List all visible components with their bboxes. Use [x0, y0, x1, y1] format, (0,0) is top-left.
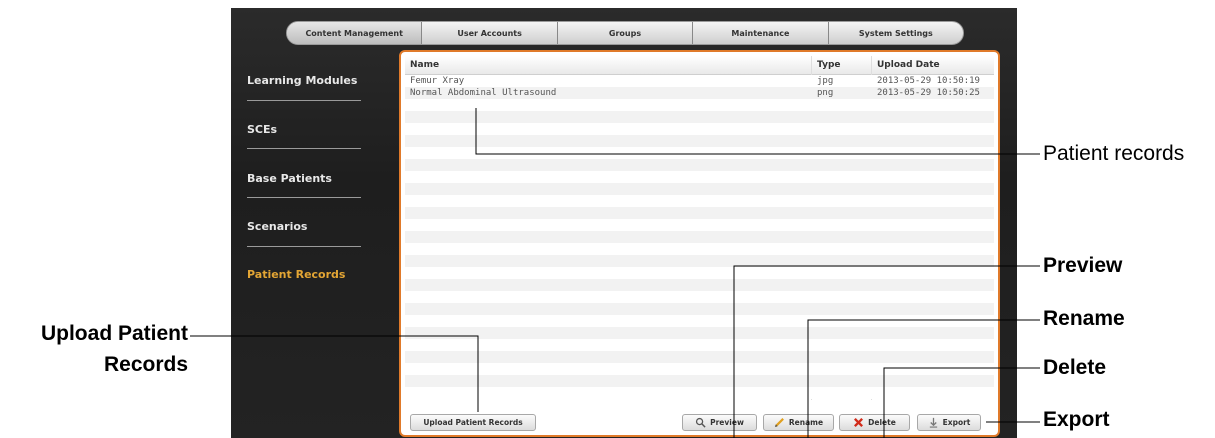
table-row[interactable]: Normal Abdominal Ultrasound png 2013-05-… — [405, 87, 994, 99]
table-row-stripe — [405, 303, 994, 315]
table-row[interactable]: Femur Xray jpg 2013-05-29 10:50:19 — [405, 75, 994, 87]
export-button-label: Export — [942, 418, 971, 427]
upload-button-label: Upload Patient Records — [423, 418, 523, 427]
download-arrow-icon — [929, 417, 937, 428]
record-type: jpg — [817, 76, 834, 86]
callout-rename: Rename — [1043, 307, 1125, 330]
sidebar-item-learning-modules[interactable]: Learning Modules — [247, 66, 367, 94]
table-row-stripe — [405, 339, 994, 351]
sidebar-item-base-patients[interactable]: Base Patients — [247, 164, 367, 192]
tab-maintenance[interactable]: Maintenance — [693, 22, 829, 44]
upload-patient-records-button[interactable]: Upload Patient Records — [410, 414, 536, 431]
table-row-stripe — [405, 387, 994, 399]
sidebar-divider — [247, 246, 361, 247]
red-x-icon — [854, 417, 864, 428]
table-row-stripe — [405, 219, 994, 231]
tab-groups[interactable]: Groups — [558, 22, 694, 44]
rename-button-label: Rename — [788, 418, 824, 427]
record-name: Femur Xray — [410, 76, 465, 86]
table-row-stripe — [405, 267, 994, 279]
table-header: Name Type Upload Date — [405, 56, 994, 75]
column-header-upload-date[interactable]: Upload Date — [877, 56, 940, 74]
table-row-stripe — [405, 231, 994, 243]
callout-upload-line2: Records — [103, 353, 188, 376]
record-type: png — [817, 88, 834, 98]
record-upload-date: 2013-05-29 10:50:25 — [877, 88, 980, 98]
table-row-stripe — [405, 279, 994, 291]
patient-records-panel: Name Type Upload Date Femur Xray jpg 201… — [399, 50, 1000, 437]
sidebar-item-scenarios[interactable]: Scenarios — [247, 212, 367, 240]
magnifier-icon — [696, 417, 706, 428]
callout-upload-line1: Upload Patient — [40, 322, 188, 345]
sidebar-divider — [247, 148, 361, 149]
preview-button-label: Preview — [710, 418, 744, 427]
export-button[interactable]: Export — [917, 414, 981, 431]
delete-button-label: Delete — [868, 418, 896, 427]
column-header-name[interactable]: Name — [410, 56, 439, 74]
table-row-stripe — [405, 111, 994, 123]
table-row-stripe — [405, 183, 994, 195]
sidebar-divider — [247, 100, 361, 101]
callout-export: Export — [1043, 408, 1110, 431]
pencil-icon — [774, 418, 784, 428]
table-row-stripe — [405, 99, 994, 111]
rename-button[interactable]: Rename — [763, 414, 834, 431]
record-upload-date: 2013-05-29 10:50:19 — [877, 76, 980, 86]
record-name: Normal Abdominal Ultrasound — [410, 88, 557, 98]
delete-button[interactable]: Delete — [839, 414, 910, 431]
records-table: Femur Xray jpg 2013-05-29 10:50:19 Norma… — [405, 75, 994, 405]
table-row-stripe — [405, 363, 994, 375]
callout-preview: Preview — [1043, 254, 1123, 277]
table-row-stripe — [405, 123, 994, 135]
sidebar-item-sces[interactable]: SCEs — [247, 115, 367, 143]
sidebar-item-patient-records[interactable]: Patient Records — [247, 260, 367, 288]
column-header-type[interactable]: Type — [817, 56, 840, 74]
table-row-stripe — [405, 243, 994, 255]
table-row-stripe — [405, 375, 994, 387]
table-row-stripe — [405, 207, 994, 219]
tab-user-accounts[interactable]: User Accounts — [422, 22, 558, 44]
table-row-stripe — [405, 195, 994, 207]
sidebar-divider — [247, 197, 361, 198]
table-row-stripe — [405, 327, 994, 339]
tab-content-management[interactable]: Content Management — [287, 22, 423, 44]
table-row-stripe — [405, 291, 994, 303]
table-row-stripe — [405, 135, 994, 147]
main-tab-bar: Content Management User Accounts Groups … — [286, 21, 964, 45]
callout-delete: Delete — [1043, 356, 1107, 379]
callout-patient-records: Patient records — [1043, 142, 1185, 165]
table-row-stripe — [405, 171, 994, 183]
app-window: Content Management User Accounts Groups … — [231, 8, 1017, 438]
table-row-stripe — [405, 159, 994, 171]
table-row-stripe — [405, 255, 994, 267]
tab-system-settings[interactable]: System Settings — [829, 22, 963, 44]
table-row-stripe — [405, 147, 994, 159]
table-row-stripe — [405, 315, 994, 327]
table-row-stripe — [405, 351, 994, 363]
preview-button[interactable]: Preview — [682, 414, 757, 431]
